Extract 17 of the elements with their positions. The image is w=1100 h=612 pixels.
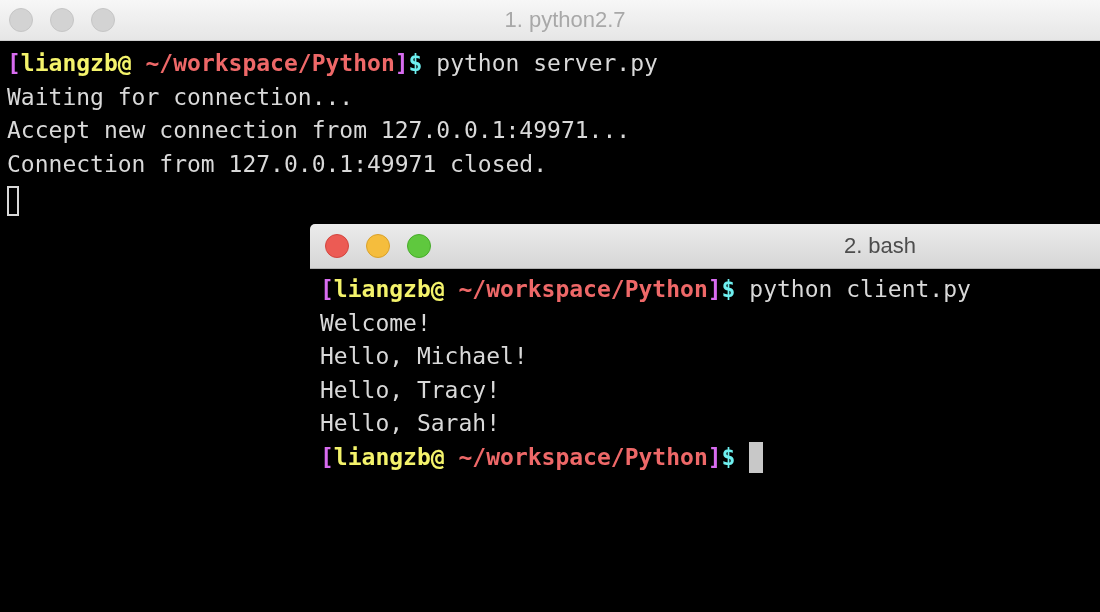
text-cursor xyxy=(7,186,19,217)
command-line: [liangzb@ ~/workspace/Python]$ python client.py xyxy=(320,275,971,304)
text-cursor xyxy=(749,442,764,474)
close-button[interactable] xyxy=(325,234,349,258)
output-line: Hello, Tracy! xyxy=(320,375,500,405)
command-line: [liangzb@ ~/workspace/Python]$ python server.py xyxy=(7,49,658,78)
command-line: [liangzb@ ~/workspace/Python]$ xyxy=(320,442,736,472)
output-line: Connection from 127.0.0.1:49971 closed. xyxy=(7,149,548,179)
window-title: 1. python2.7 xyxy=(504,7,626,33)
minimize-button[interactable] xyxy=(366,234,390,258)
window-title: 2. bash xyxy=(843,233,917,259)
output-line: Waiting for connection... xyxy=(7,82,354,112)
output-line: Hello, Michael! xyxy=(320,342,528,372)
output-line: Welcome! xyxy=(320,308,431,338)
output-line: Accept new connection from 127.0.0.1:49971... xyxy=(7,116,631,146)
output-line: Hello, Sarah! xyxy=(320,409,500,439)
zoom-button[interactable] xyxy=(407,234,431,258)
